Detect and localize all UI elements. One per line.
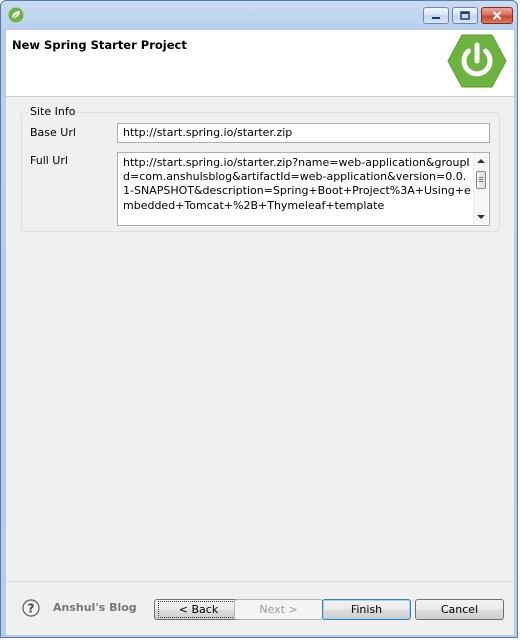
minimize-icon — [432, 16, 440, 19]
site-info-group: Site Info Base Url http://start.spring.i… — [21, 105, 500, 232]
button-bar: ? Anshul's Blog < Back Next > Finish Can… — [6, 581, 514, 635]
scroll-up-icon[interactable] — [477, 159, 485, 163]
scroll-thumb[interactable] — [476, 171, 486, 189]
base-url-label: Base Url — [30, 126, 76, 139]
back-button[interactable]: < Back — [154, 599, 243, 620]
full-url-textarea[interactable]: http://start.spring.io/starter.zip?name=… — [117, 152, 490, 226]
close-button[interactable] — [481, 7, 513, 24]
wizard-body: Site Info Base Url http://start.spring.i… — [6, 97, 514, 634]
full-url-label: Full Url — [30, 154, 68, 167]
thumb-grip — [479, 177, 483, 178]
spring-leaf-icon — [8, 7, 24, 23]
finish-button[interactable]: Finish — [322, 599, 411, 620]
wizard-header: New Spring Starter Project — [6, 30, 514, 97]
page-title: New Spring Starter Project — [12, 38, 187, 52]
close-icon — [492, 11, 502, 20]
next-button-label: Next > — [259, 603, 298, 616]
full-url-value: http://start.spring.io/starter.zip?name=… — [123, 156, 471, 212]
cancel-button[interactable]: Cancel — [415, 599, 504, 620]
spring-power-icon — [447, 34, 507, 88]
title-bar[interactable] — [1, 1, 517, 31]
thumb-grip — [479, 179, 483, 180]
thumb-grip — [479, 181, 483, 182]
maximize-icon — [460, 11, 470, 20]
vertical-scrollbar[interactable] — [473, 153, 489, 225]
help-icon[interactable]: ? — [22, 599, 40, 617]
cancel-button-label: Cancel — [440, 603, 479, 616]
minimize-button[interactable] — [423, 7, 449, 24]
scroll-down-icon[interactable] — [477, 215, 485, 219]
group-title: Site Info — [28, 105, 78, 118]
maximize-button[interactable] — [452, 7, 478, 24]
brand-label: Anshul's Blog — [53, 601, 137, 614]
dialog-window: New Spring Starter Project Site Info Bas… — [0, 0, 518, 638]
back-button-label: < Back — [157, 601, 240, 618]
next-button[interactable]: Next > — [234, 599, 323, 620]
finish-button-label: Finish — [350, 603, 383, 616]
base-url-input[interactable]: http://start.spring.io/starter.zip — [117, 123, 490, 143]
svg-text:?: ? — [28, 602, 35, 616]
